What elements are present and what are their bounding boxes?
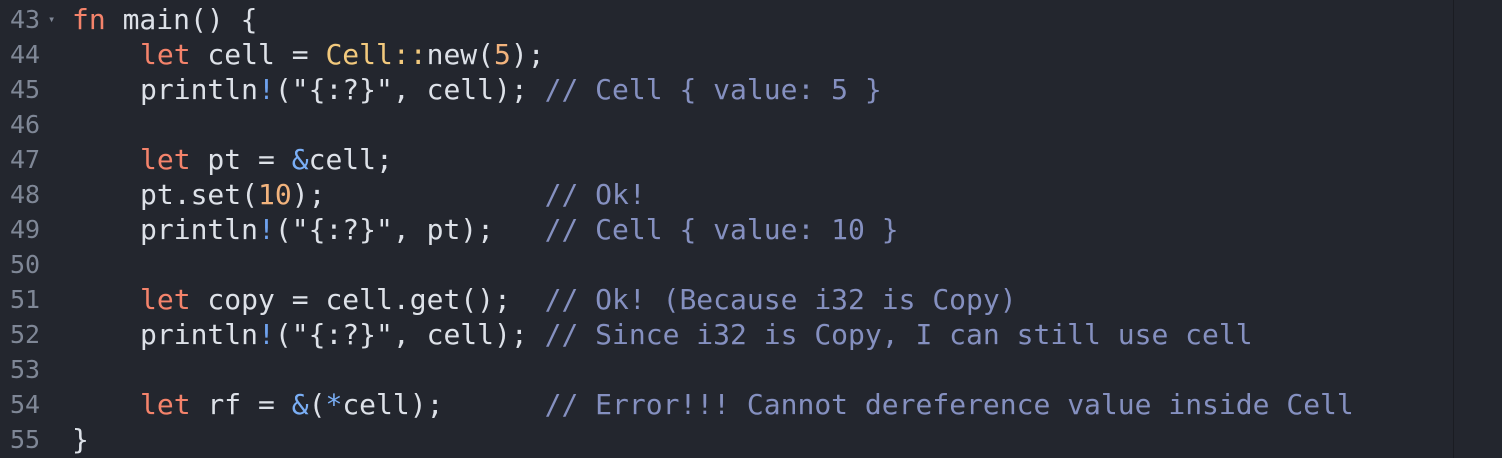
code-token: } bbox=[72, 423, 89, 456]
comment-token: // Error!!! Cannot dereference value ins… bbox=[544, 388, 1354, 421]
macro-token: ! bbox=[258, 318, 275, 351]
type-token: Cell:: bbox=[325, 38, 427, 71]
line-number-gutter: 43 ▾ 44 45 46 47 48 49 50 51 52 53 54 55 bbox=[0, 2, 62, 458]
code-token: println bbox=[140, 318, 259, 351]
code-editor[interactable]: 43 ▾ 44 45 46 47 48 49 50 51 52 53 54 55 fn main() {l… bbox=[0, 0, 1502, 458]
line-number: 47 bbox=[0, 142, 62, 177]
line-number: 52 bbox=[0, 317, 62, 352]
code-token: main() { bbox=[105, 3, 258, 36]
code-token: ); bbox=[291, 178, 545, 211]
line-number-text: 49 bbox=[10, 215, 41, 244]
line-number: 45 bbox=[0, 72, 62, 107]
code-token: cell; bbox=[308, 143, 393, 176]
comment-token: // Cell { value: 5 } bbox=[544, 73, 882, 106]
code-line[interactable]: let rf = &(*cell); // Error!!! Cannot de… bbox=[72, 387, 1450, 422]
line-number-text: 44 bbox=[10, 40, 41, 69]
line-number: 43 ▾ bbox=[0, 2, 62, 37]
code-line[interactable] bbox=[72, 247, 1450, 282]
code-line[interactable]: let pt = &cell; bbox=[72, 142, 1450, 177]
line-number: 55 bbox=[0, 422, 62, 457]
line-number: 49 bbox=[0, 212, 62, 247]
code-line[interactable]: let cell = Cell::new(5); bbox=[72, 37, 1450, 72]
code-line[interactable]: let copy = cell.get(); // Ok! (Because i… bbox=[72, 282, 1450, 317]
code-token: println bbox=[140, 73, 259, 106]
keyword-token: let bbox=[140, 283, 191, 316]
code-line[interactable]: println!("{:?}", pt); // Cell { value: 1… bbox=[72, 212, 1450, 247]
comment-token: // Ok! (Because i32 is Copy) bbox=[544, 283, 1017, 316]
comment-token: // Cell { value: 10 } bbox=[544, 213, 899, 246]
keyword-token: let bbox=[140, 143, 191, 176]
line-number: 44 bbox=[0, 37, 62, 72]
code-token: pt.set( bbox=[140, 178, 259, 211]
code-token: ("{:?}", cell); bbox=[274, 318, 545, 351]
code-token: cell); bbox=[342, 388, 545, 421]
keyword-token: let bbox=[140, 38, 191, 71]
line-number: 54 bbox=[0, 387, 62, 422]
number-token: 10 bbox=[258, 178, 292, 211]
line-number-text: 54 bbox=[10, 390, 41, 419]
code-token: ("{:?}", pt); bbox=[274, 213, 545, 246]
code-area[interactable]: fn main() {let cell = Cell::new(5); print… bbox=[72, 2, 1450, 458]
code-token: rf = bbox=[190, 388, 292, 421]
macro-token: ! bbox=[258, 73, 275, 106]
number-token: 5 bbox=[494, 38, 511, 71]
line-number: 46 bbox=[0, 107, 62, 142]
comment-token: // Ok! bbox=[544, 178, 646, 211]
code-token: ( bbox=[308, 388, 326, 421]
code-line[interactable] bbox=[72, 352, 1450, 387]
line-number: 51 bbox=[0, 282, 62, 317]
operator-token: & bbox=[291, 143, 309, 176]
line-number-text: 53 bbox=[10, 355, 41, 384]
code-token: println bbox=[140, 213, 259, 246]
line-number-text: 52 bbox=[10, 320, 41, 349]
code-line[interactable]: println!("{:?}", cell); // Since i32 is … bbox=[72, 317, 1450, 352]
code-token: cell = bbox=[190, 38, 326, 71]
line-number-text: 51 bbox=[10, 285, 41, 314]
code-token: new( bbox=[426, 38, 495, 71]
comment-token: // Since i32 is Copy, I can still use ce… bbox=[544, 318, 1253, 351]
line-number-text: 50 bbox=[10, 250, 41, 279]
macro-token: ! bbox=[258, 213, 275, 246]
line-number-text: 46 bbox=[10, 110, 41, 139]
code-token: ); bbox=[510, 38, 545, 71]
line-number-text: 55 bbox=[10, 425, 41, 454]
code-line[interactable]: pt.set(10); // Ok! bbox=[72, 177, 1450, 212]
keyword-token: fn bbox=[72, 3, 106, 36]
code-line[interactable]: } bbox=[72, 422, 1450, 457]
operator-token: * bbox=[325, 388, 343, 421]
line-number: 48 bbox=[0, 177, 62, 212]
line-number-text: 48 bbox=[10, 180, 41, 209]
code-line[interactable]: println!("{:?}", cell); // Cell { value:… bbox=[72, 72, 1450, 107]
code-token: copy = cell.get(); bbox=[190, 283, 545, 316]
code-token: pt = bbox=[190, 143, 292, 176]
scrollbar-track[interactable] bbox=[1454, 0, 1502, 458]
line-number: 53 bbox=[0, 352, 62, 387]
line-number: 50 bbox=[0, 247, 62, 282]
code-line[interactable] bbox=[72, 107, 1450, 142]
line-number-text: 47 bbox=[10, 145, 41, 174]
keyword-token: let bbox=[140, 388, 191, 421]
code-token: ("{:?}", cell); bbox=[274, 73, 545, 106]
fold-arrow-icon[interactable]: ▾ bbox=[48, 2, 55, 37]
line-number-text: 45 bbox=[10, 75, 41, 104]
code-line[interactable]: fn main() { bbox=[72, 2, 1450, 37]
operator-token: & bbox=[291, 388, 309, 421]
line-number-text: 43 bbox=[10, 5, 41, 34]
